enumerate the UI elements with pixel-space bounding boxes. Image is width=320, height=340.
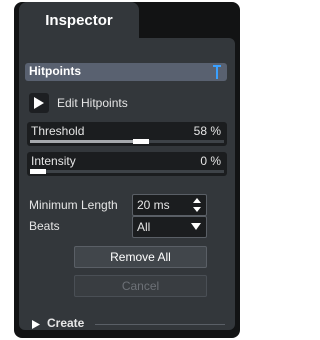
inspector-frame: Inspector Hitpoints Edit Hitpoints Thres…	[14, 2, 240, 338]
edit-hitpoints-row: Edit Hitpoints	[29, 93, 128, 113]
minimum-length-label: Minimum Length	[29, 198, 118, 212]
intensity-label: Intensity	[31, 154, 76, 168]
intensity-track[interactable]	[30, 169, 224, 174]
intensity-slider[interactable]: Intensity 0 %	[27, 152, 227, 176]
chevron-down-icon	[191, 223, 201, 230]
minimum-length-field[interactable]: 20 ms	[132, 194, 207, 216]
spinner-arrows-icon[interactable]	[193, 198, 201, 212]
threshold-slider[interactable]: Threshold 58 %	[27, 122, 227, 146]
tab-inspector-label: Inspector	[45, 11, 113, 29]
create-divider	[95, 324, 225, 325]
edit-hitpoints-label: Edit Hitpoints	[57, 96, 128, 110]
inspector-panel: Hitpoints Edit Hitpoints Threshold 58 %	[19, 38, 235, 330]
tab-inspector[interactable]: Inspector	[19, 2, 139, 38]
caret-right-icon	[32, 320, 40, 329]
pin-icon[interactable]	[213, 65, 221, 79]
threshold-label: Threshold	[31, 124, 85, 138]
edit-hitpoints-button[interactable]	[29, 93, 49, 113]
hitpoints-section-title: Hitpoints	[29, 64, 81, 78]
arrow-cursor-icon	[34, 96, 44, 109]
threshold-fill	[30, 140, 133, 143]
beats-label: Beats	[29, 219, 60, 233]
create-label: Create	[47, 316, 85, 330]
remove-all-button[interactable]: Remove All	[74, 246, 207, 268]
hitpoints-section-header[interactable]: Hitpoints	[25, 63, 227, 81]
beats-select[interactable]: All	[132, 216, 207, 238]
intensity-thumb[interactable]	[30, 169, 46, 174]
threshold-thumb[interactable]	[133, 139, 149, 144]
create-section-header[interactable]: Create	[31, 316, 231, 332]
intensity-value: 0 %	[200, 154, 221, 168]
threshold-track[interactable]	[30, 139, 224, 144]
beats-selected-value: All	[137, 220, 151, 234]
threshold-value: 58 %	[193, 124, 221, 138]
cancel-button[interactable]: Cancel	[74, 275, 207, 297]
minimum-length-value: 20 ms	[137, 198, 170, 212]
